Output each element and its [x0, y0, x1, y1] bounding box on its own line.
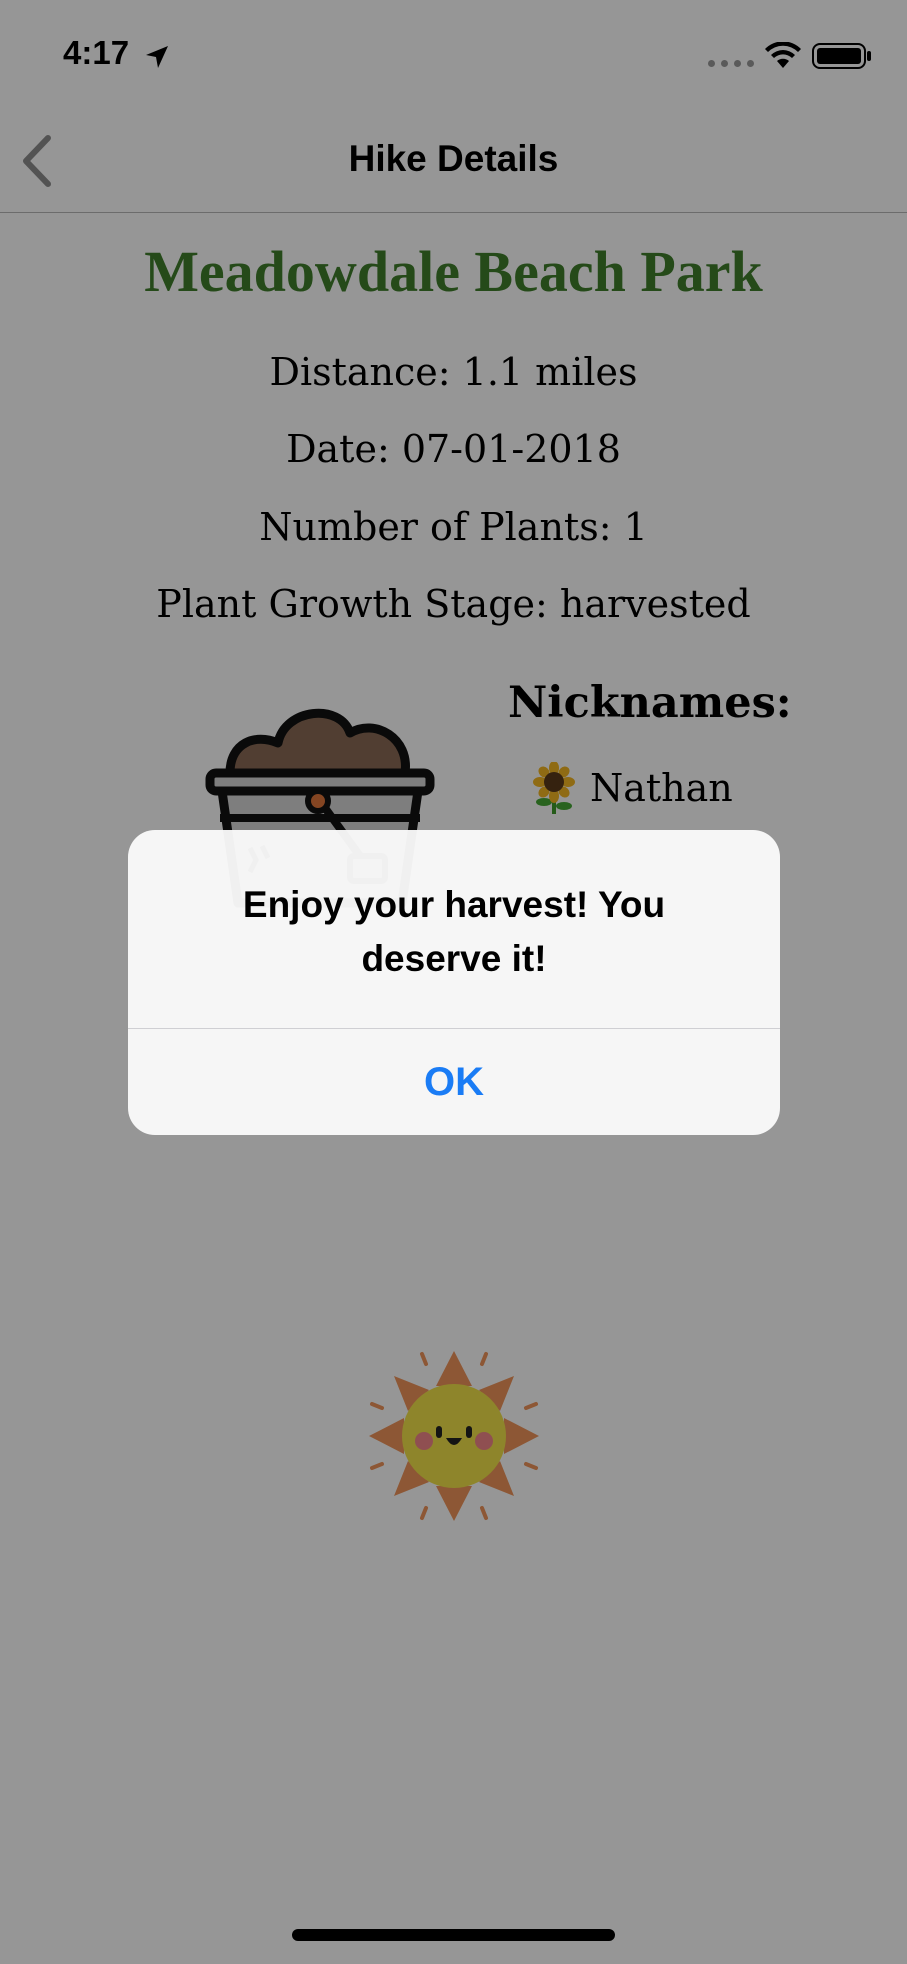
home-indicator[interactable] [292, 1929, 615, 1941]
alert-message: Enjoy your harvest! You deserve it! [242, 884, 666, 979]
alert-dialog: Enjoy your harvest! You deserve it! OK [128, 830, 780, 1135]
ok-button[interactable]: OK [128, 1029, 780, 1135]
